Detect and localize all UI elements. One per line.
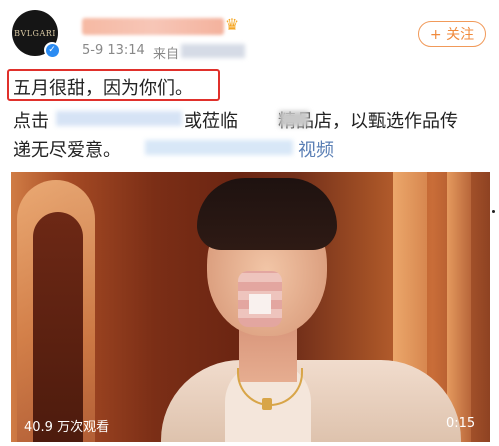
scroll-dot: [492, 210, 495, 213]
view-count: 40.9 万次观看: [24, 420, 110, 435]
necklace-pendant: [262, 398, 272, 410]
post-text-line-1: 五月很甜，因为你们。: [13, 78, 193, 99]
post-text-segment: 点击: [13, 111, 49, 132]
redacted-text: [279, 111, 309, 127]
follow-button[interactable]: + 关注: [418, 21, 486, 47]
person-jacket: [161, 360, 461, 442]
person-hair: [197, 178, 337, 250]
video-duration: 0:15: [446, 416, 476, 431]
vip-crown-icon: ♛: [224, 15, 240, 34]
avatar-logo-text: BVLGARI: [14, 28, 56, 38]
video-player[interactable]: [11, 172, 490, 442]
post-source-redacted: [181, 44, 245, 58]
post-text-segment: 或莅临: [184, 111, 238, 132]
post-source-label: 来自: [153, 47, 180, 62]
mosaic-censor-cell: [249, 294, 271, 314]
username-redacted[interactable]: [82, 18, 224, 35]
redacted-link[interactable]: [145, 140, 293, 155]
post-time: 5-9 13:14: [82, 43, 145, 58]
background-arch-opening: [33, 212, 83, 442]
verified-check-icon: ✓: [45, 43, 59, 57]
redacted-link[interactable]: [56, 111, 182, 126]
verified-badge: ✓: [44, 42, 60, 58]
video-link[interactable]: 视频: [298, 136, 334, 162]
post-text-line-3: 递无尽爱意。: [13, 140, 121, 161]
